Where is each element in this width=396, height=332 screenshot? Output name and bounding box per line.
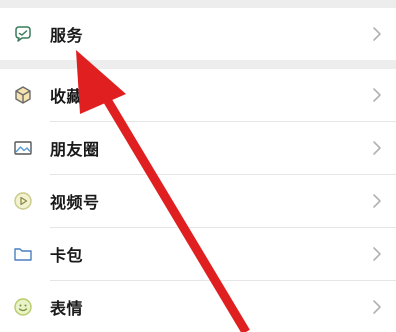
menu-item-channels[interactable]: 视频号 bbox=[0, 175, 396, 227]
menu-item-label: 服务 bbox=[50, 26, 84, 45]
moments-icon bbox=[12, 137, 34, 159]
menu-item-stickers[interactable]: 表情 bbox=[0, 281, 396, 332]
chevron-right-icon bbox=[372, 26, 382, 42]
menu-item-services[interactable]: 服务 bbox=[0, 8, 396, 60]
chevron-right-icon bbox=[372, 246, 382, 262]
menu-item-moments[interactable]: 朋友圈 bbox=[0, 122, 396, 174]
chevron-right-icon bbox=[372, 299, 382, 315]
menu-item-label: 视频号 bbox=[50, 193, 100, 212]
wechat-me-menu-screen: 服务 收藏 朋友圈 视频号 卡包 表情 bbox=[0, 0, 396, 332]
menu-item-card-wallet[interactable]: 卡包 bbox=[0, 228, 396, 280]
services-section: 服务 bbox=[0, 8, 396, 60]
features-section: 收藏 朋友圈 视频号 卡包 表情 bbox=[0, 69, 396, 332]
channels-icon bbox=[12, 190, 34, 212]
menu-item-label: 卡包 bbox=[50, 246, 84, 265]
service-icon bbox=[12, 23, 34, 45]
menu-item-label: 收藏 bbox=[50, 87, 84, 106]
favorites-icon bbox=[12, 84, 34, 106]
menu-item-label: 表情 bbox=[50, 299, 84, 318]
sticker-icon bbox=[12, 296, 34, 318]
chevron-right-icon bbox=[372, 193, 382, 209]
menu-item-label: 朋友圈 bbox=[50, 140, 100, 159]
card-wallet-icon bbox=[12, 243, 34, 265]
chevron-right-icon bbox=[372, 87, 382, 103]
menu-item-favorites[interactable]: 收藏 bbox=[0, 69, 396, 121]
chevron-right-icon bbox=[372, 140, 382, 156]
